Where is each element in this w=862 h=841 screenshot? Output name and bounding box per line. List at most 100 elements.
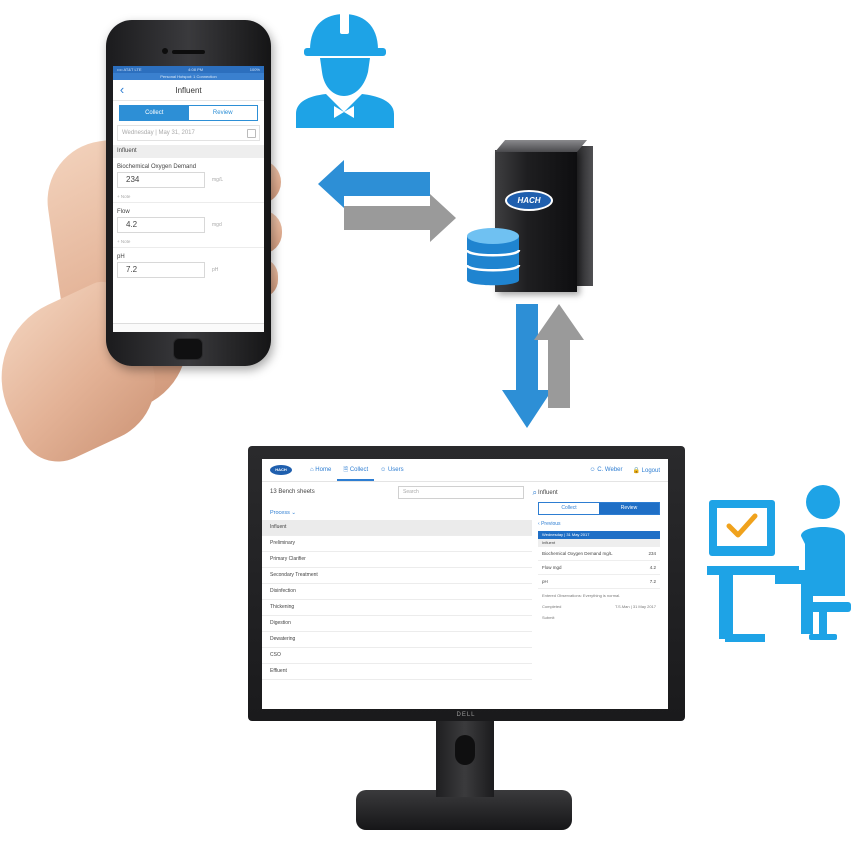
phone-speaker xyxy=(172,50,205,54)
add-note-link[interactable]: + Note xyxy=(113,233,264,248)
group-header: Influent xyxy=(538,539,660,547)
observations-text: Entered Observations: Everything is norm… xyxy=(542,593,621,598)
collect-review-toggle: Collect Review xyxy=(538,502,660,515)
phone-screen: •••• AT&T LTE 4:08 PM 100% Personal Hots… xyxy=(113,66,264,332)
server-logo: HACH xyxy=(505,190,553,211)
list-item[interactable]: Influent xyxy=(262,520,532,536)
status-battery: 100% xyxy=(249,67,260,72)
tab-review[interactable]: Review xyxy=(599,503,659,514)
database-icon xyxy=(465,228,521,286)
worker-hardhat-icon xyxy=(296,12,394,128)
list-item[interactable]: Disinfection xyxy=(262,584,532,600)
date-text: Wednesday | May 31, 2017 xyxy=(122,130,195,136)
user-name[interactable]: ☺ C. Weber xyxy=(589,467,622,474)
previous-link[interactable]: ‹ Previous xyxy=(538,515,660,531)
home-button[interactable] xyxy=(173,338,203,360)
result-row: Biochemical Oxygen Demand mg/L 234 xyxy=(538,547,660,561)
chevron-left-icon[interactable]: ‹ xyxy=(113,80,131,100)
selected-date-bar[interactable]: Wednesday | 31 May 2017 xyxy=(538,531,660,539)
date-picker[interactable]: Wednesday | May 31, 2017 xyxy=(117,125,260,141)
list-item[interactable]: Effluent xyxy=(262,664,532,680)
search-icon[interactable]: ⌕ xyxy=(533,487,537,498)
list-item[interactable]: CSO xyxy=(262,648,532,664)
server-top xyxy=(495,140,588,152)
list-item[interactable]: Dewatering xyxy=(262,632,532,648)
list-item[interactable]: Digestion xyxy=(262,616,532,632)
desktop-app-screen: HACH ⌂ Home 🗎 Collect ☺ Users ☺ C. Weber… xyxy=(262,459,668,709)
monitor-stand-cutout xyxy=(455,735,475,765)
monitor-brand: DELL xyxy=(456,712,476,718)
submit-link[interactable]: Submit xyxy=(538,611,660,624)
result-label: pH xyxy=(542,579,548,584)
add-note-link[interactable]: + Note xyxy=(113,188,264,203)
result-label: Flow xyxy=(542,565,552,570)
result-value: 4.2 xyxy=(649,565,656,570)
ph-input[interactable]: 7.2 xyxy=(117,262,205,278)
tab-review[interactable]: Review xyxy=(189,106,258,120)
result-row: Flow mgd 4.2 xyxy=(538,561,660,575)
result-label: Biochemical Oxygen Demand xyxy=(542,551,602,556)
app-top-bar: HACH ⌂ Home 🗎 Collect ☺ Users ☺ C. Weber… xyxy=(262,459,668,482)
bench-sheet-list: 13 Bench sheets Search ⌕ Process ⌄ Influ… xyxy=(262,482,537,709)
result-row: pH 7.2 xyxy=(538,575,660,589)
phone-nav-bar: ‹ Influent xyxy=(113,80,264,101)
server-side-panel xyxy=(577,146,593,286)
search-input[interactable]: Search ⌕ xyxy=(398,485,537,499)
tab-collect[interactable]: Collect xyxy=(120,106,189,120)
desk-user-icon xyxy=(707,485,851,642)
calendar-icon[interactable] xyxy=(247,129,256,138)
page-title: Influent xyxy=(175,85,202,95)
field-ph: pH 7.2 pH xyxy=(113,248,264,278)
detail-title: Influent xyxy=(538,490,558,496)
field-unit: pH xyxy=(212,267,219,273)
vertical-sync-arrows-icon xyxy=(502,304,584,428)
section-header: Influent xyxy=(113,145,264,158)
phone-camera xyxy=(162,48,168,54)
result-value: 7.2 xyxy=(649,579,656,584)
filter-label: Process xyxy=(270,510,290,516)
field-label: pH xyxy=(117,254,125,260)
previous-label: Previous xyxy=(541,521,561,527)
process-filter-dropdown[interactable]: Process ⌄ xyxy=(262,502,532,520)
flow-input[interactable]: 4.2 xyxy=(117,217,205,233)
field-label: Biochemical Oxygen Demand xyxy=(117,164,197,170)
result-unit: mgd xyxy=(552,565,562,570)
user-menu: ☺ C. Weber 🔒 Logout xyxy=(589,467,660,474)
field-bod: Biochemical Oxygen Demand 234 mg/L + Not… xyxy=(113,158,264,203)
field-flow: Flow 4.2 mgd + Note xyxy=(113,203,264,248)
collect-review-toggle: Collect Review xyxy=(119,105,258,121)
list-item[interactable]: Thickening xyxy=(262,600,532,616)
completion-meta: Completed T.S.Man | 31 May 2017 xyxy=(538,602,660,611)
logout-button[interactable]: 🔒 Logout xyxy=(633,467,661,474)
nav-home-label: Home xyxy=(315,467,332,473)
nav-home[interactable]: ⌂ Home xyxy=(304,459,337,481)
field-unit: mgd xyxy=(212,222,222,228)
list-item[interactable]: Preliminary xyxy=(262,536,532,552)
bod-input[interactable]: 234 xyxy=(117,172,205,188)
status-time: 4:08 PM xyxy=(188,67,204,72)
sync-arrows-icon xyxy=(318,160,456,242)
list-title: 13 Bench sheets xyxy=(270,489,315,495)
list-item[interactable]: Secondary Treatment xyxy=(262,568,532,584)
nav-users-label: Users xyxy=(387,467,404,473)
search-placeholder: Search xyxy=(403,488,419,495)
detail-panel: Influent Collect Review ‹ Previous Wedne… xyxy=(538,482,660,709)
list-item[interactable]: Primary Clarifier xyxy=(262,552,532,568)
app-logo[interactable]: HACH xyxy=(270,465,292,475)
hotspot-banner: Personal Hotspot: 1 Connection xyxy=(113,73,264,80)
tab-collect[interactable]: Collect xyxy=(539,503,599,514)
phone-tab-bar xyxy=(113,323,264,332)
result-unit: mg/L xyxy=(602,551,613,556)
nav-users[interactable]: ☺ Users xyxy=(374,459,409,481)
field-unit: mg/L xyxy=(212,177,224,183)
smartphone: •••• AT&T LTE 4:08 PM 100% Personal Hots… xyxy=(106,20,271,366)
nav-collect-label: Collect xyxy=(349,467,369,473)
meta-label: Completed xyxy=(542,604,562,609)
nav-collect[interactable]: 🗎 Collect xyxy=(337,459,375,481)
user-name-label: C. Weber xyxy=(597,466,623,473)
status-carrier: •••• AT&T LTE xyxy=(117,67,142,72)
field-label: Flow xyxy=(117,209,130,215)
phone-status-bar: •••• AT&T LTE 4:08 PM 100% xyxy=(113,66,264,73)
meta-value: T.S.Man | 31 May 2017 xyxy=(614,604,656,609)
logout-label: Logout xyxy=(641,467,660,474)
